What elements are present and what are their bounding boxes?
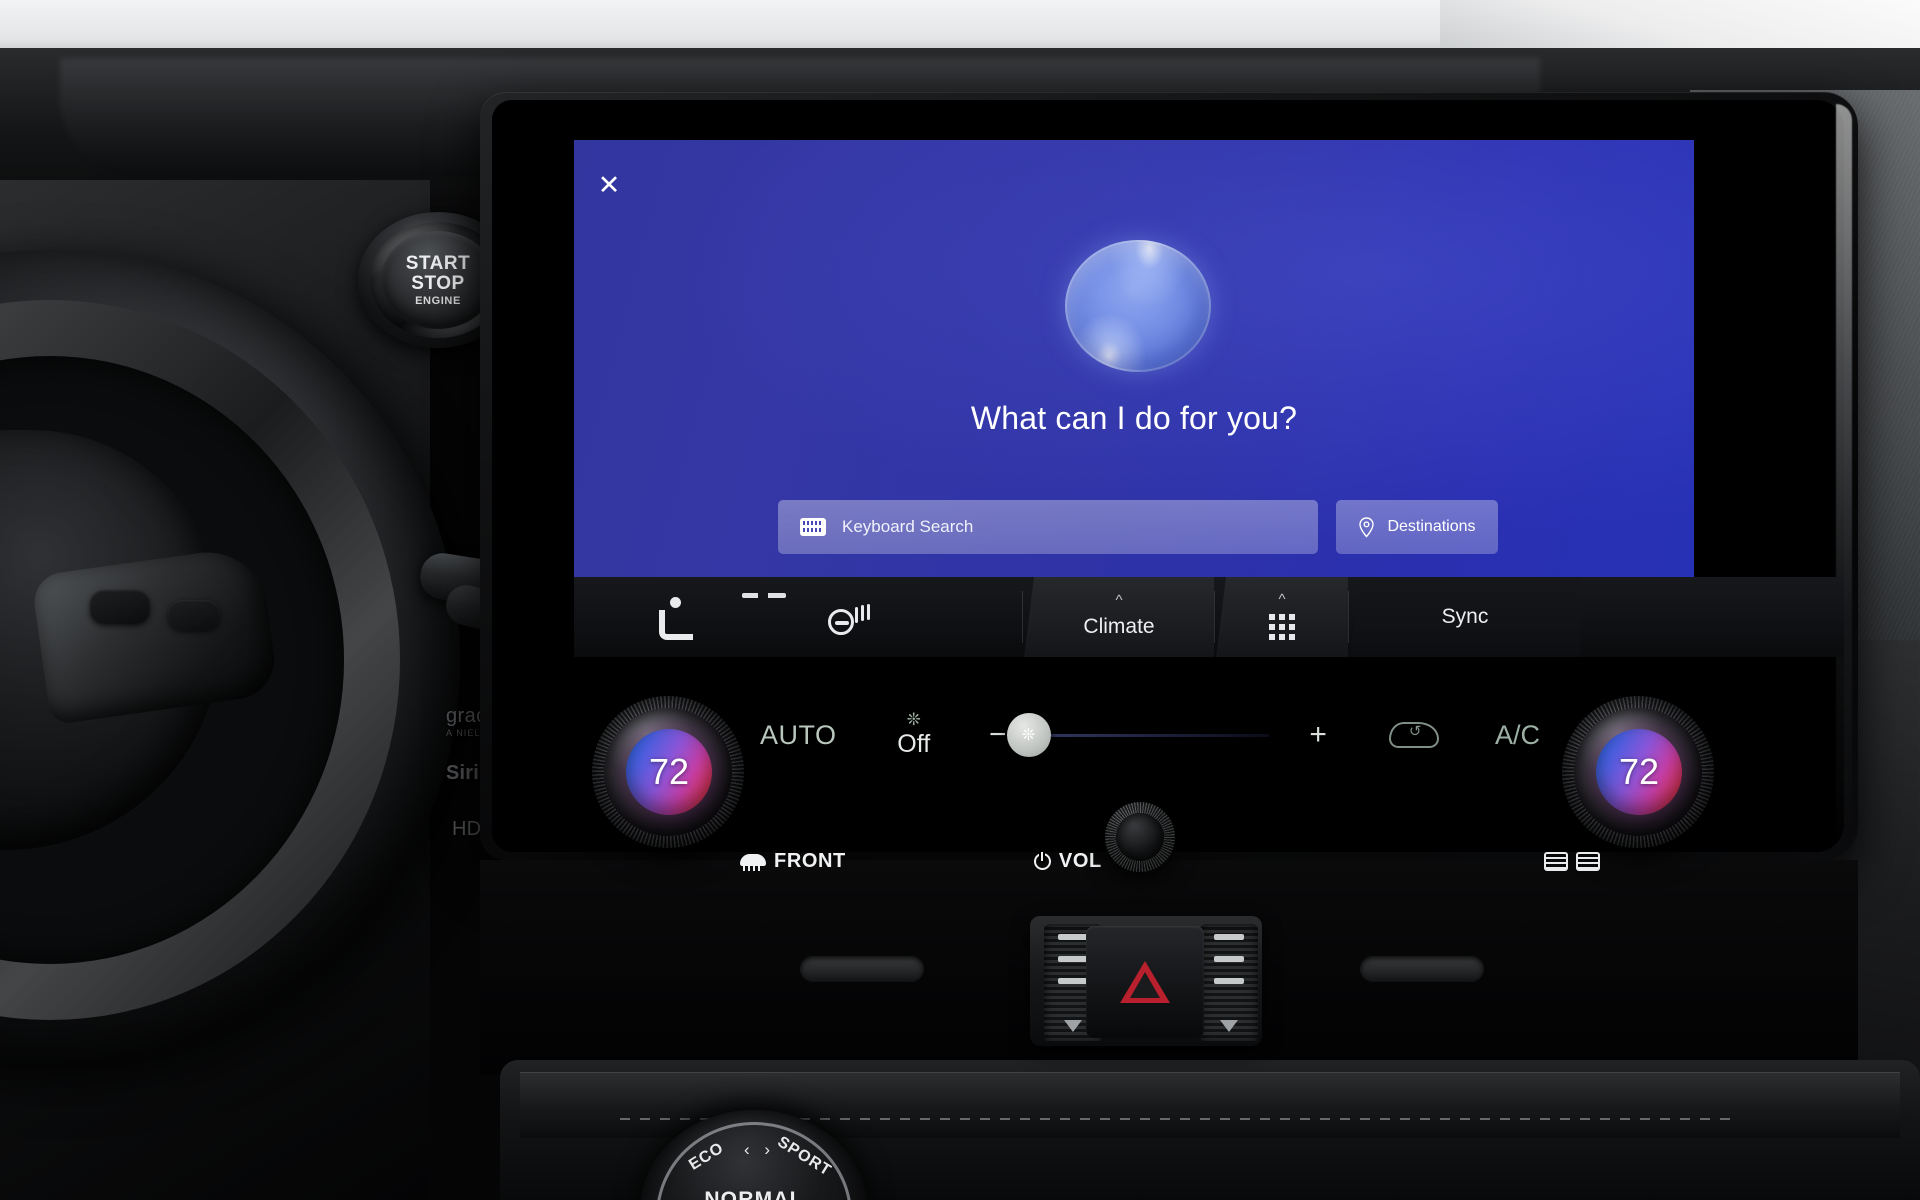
temp-left-value: 72	[648, 751, 690, 792]
fan-slider-knob[interactable]: ❊	[1006, 712, 1051, 757]
auto-button[interactable]: AUTO	[760, 720, 837, 751]
temperature-dial-driver[interactable]: 72	[592, 696, 744, 848]
chevron-up-icon: ^	[1115, 592, 1123, 609]
tab-climate-label: Climate	[1083, 615, 1155, 638]
vent-right	[1360, 956, 1484, 982]
tab-divider-1	[1022, 591, 1023, 643]
fan-increase-button[interactable]: +	[1309, 718, 1327, 752]
keyboard-search-label: Keyboard Search	[842, 517, 974, 536]
ignition-line3: ENGINE	[415, 294, 461, 307]
front-defrost-icon	[740, 852, 766, 871]
air-recirculation-icon[interactable]	[1388, 722, 1439, 748]
fan-state-label: Off	[897, 729, 931, 758]
assistant-actions: Keyboard Search Destinations	[778, 500, 1498, 554]
volume-knob[interactable]	[1105, 802, 1175, 872]
temperature-readout-passenger: 72	[1596, 729, 1682, 815]
assistant-prompt: What can I do for you?	[970, 400, 1298, 436]
volume-power-button[interactable]: VOL	[1033, 849, 1102, 873]
fan-icon: ❊	[906, 709, 921, 729]
close-icon[interactable]: ✕	[592, 168, 626, 202]
climate-controls-row: AUTO ❊ Off − ❊ + A/C	[760, 700, 1540, 770]
tab-divider-3	[1348, 591, 1349, 643]
start-stop-engine-button[interactable]: START STOP ENGINE	[381, 231, 495, 329]
hazard-warning-button[interactable]	[1086, 926, 1204, 1038]
volume-label: VOL	[1058, 849, 1102, 872]
seat-heater-control-right[interactable]	[1200, 924, 1258, 1042]
tab-sync-label: Sync	[1441, 605, 1489, 628]
assistant-orb-rim	[1065, 240, 1211, 372]
front-defrost-button[interactable]: FRONT	[740, 850, 846, 873]
temp-right-value: 72	[1618, 751, 1660, 792]
tab-sync[interactable]: Sync	[1350, 577, 1580, 657]
rear-defrost-icon	[1544, 851, 1568, 871]
apps-grid-icon	[1269, 614, 1295, 640]
ac-button[interactable]: A/C	[1495, 720, 1540, 751]
ignition-line1: START	[405, 252, 471, 274]
drive-mode-right-arrow: ›	[764, 1140, 770, 1159]
fan-speed-button[interactable]: ❊ Off	[893, 709, 935, 759]
keyboard-search-button[interactable]: Keyboard Search	[778, 500, 1318, 554]
front-defrost-label: FRONT	[774, 849, 846, 872]
hazard-warning-icon	[1120, 961, 1170, 1003]
temperature-readout-driver: 72	[626, 729, 712, 815]
ignition-line2: STOP	[411, 272, 465, 294]
keyboard-icon	[800, 518, 826, 536]
steering-wheel-button-right[interactable]	[168, 600, 220, 630]
tab-apps[interactable]: ^	[1216, 577, 1348, 657]
infotainment-screenshot: START STOP ENGINE gracenote A NIELSEN CO…	[0, 0, 1920, 1200]
power-icon	[1033, 851, 1051, 870]
drive-mode-left-arrow: ‹	[744, 1140, 750, 1159]
rear-defrost-group[interactable]	[1544, 851, 1600, 871]
tab-climate[interactable]: ^ Climate	[1024, 577, 1214, 657]
steering-wheel-spoke	[30, 544, 280, 726]
fan-decrease-button[interactable]: −	[989, 718, 1007, 752]
temperature-dial-passenger[interactable]: 72	[1562, 696, 1714, 848]
heated-seat-button[interactable]	[574, 577, 774, 657]
heated-steering-wheel-icon	[828, 597, 864, 637]
tab-divider-2	[1214, 591, 1215, 643]
destinations-label: Destinations	[1387, 518, 1476, 535]
heated-seat-icon	[657, 597, 693, 640]
bottom-tab-strip: ^ Climate ^ Sync	[574, 577, 1844, 657]
destinations-button[interactable]: Destinations	[1336, 500, 1498, 554]
assistant-orb	[1065, 240, 1211, 372]
vent-left	[800, 956, 924, 982]
mirror-defrost-icon	[1576, 851, 1600, 871]
fan-slider[interactable]: ❊	[1006, 712, 1270, 757]
map-pin-icon	[1359, 516, 1375, 538]
drive-mode-normal: NORMAL	[704, 1188, 804, 1200]
bezel-highlight	[1836, 104, 1852, 834]
heated-steering-wheel-button[interactable]	[746, 577, 946, 657]
chevron-up-icon: ^	[1278, 591, 1286, 608]
steering-wheel-button-left[interactable]	[90, 590, 150, 624]
